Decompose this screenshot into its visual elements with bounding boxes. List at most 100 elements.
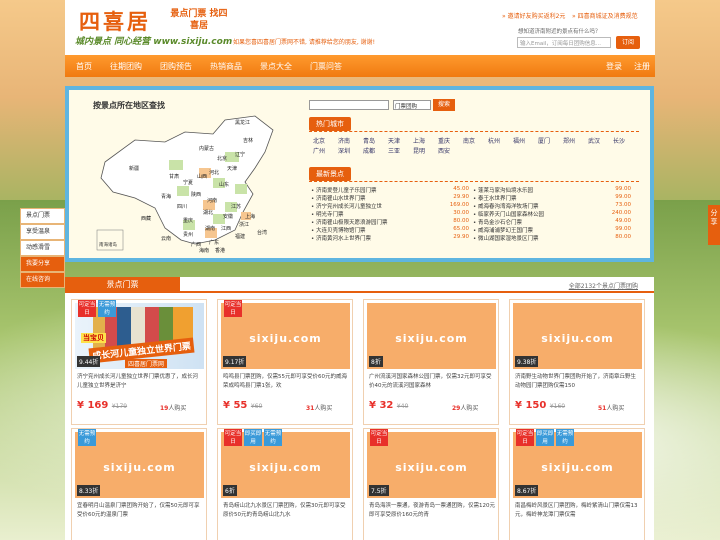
map-province-label[interactable]: 浙江 [239, 221, 249, 228]
deal-description[interactable]: 鸣鸣县门票团购，仅需55元即可享受价60元的威海荣成鸣鸣县门票1张，欢 [223, 373, 349, 393]
map-province-label[interactable]: 北京 [217, 155, 227, 162]
deal-card[interactable]: sixiju.com 7.5折 可定当日 青岛海滨一票通，夜游青岛一票通团购，仅需12… [363, 428, 499, 540]
nav-preview[interactable]: 团购预告 [160, 61, 192, 72]
map-province-label[interactable]: 江苏 [231, 203, 241, 210]
deal-card[interactable]: sixiju.com 9.38折济南野生动物世界门票团购开始了，济南章丘野生动物园… [509, 299, 645, 425]
china-map[interactable]: 黑龙江吉林辽宁 内蒙古北京天津河北山西山东 新疆甘肃宁夏陕西河南江苏 青海西藏 四川湖北… [95, 112, 285, 254]
spot-link[interactable]: • 济南黄河水上世界门票 29.90 [311, 234, 469, 241]
map-province-label[interactable]: 天津 [227, 165, 237, 172]
sidebar-item[interactable]: 我要分享 [20, 256, 65, 272]
deal-description[interactable]: 济南野生动物世界门票团购开始了，济南章丘野生动物园门票团购仅需150 [515, 373, 641, 393]
city-link[interactable]: 上海 [413, 136, 425, 145]
latest-tab[interactable]: 最新景点 [309, 167, 351, 181]
city-link[interactable]: 杭州 [488, 136, 500, 145]
nav-attractions[interactable]: 景点大全 [260, 61, 292, 72]
site-logo[interactable]: 四喜居 [79, 6, 151, 36]
map-province-label[interactable]: 山西 [197, 173, 207, 180]
spot-link[interactable]: • 济南瞿山水世界门票 29.90 [311, 194, 469, 201]
sidebar-item[interactable]: 享受温泉 [20, 224, 65, 240]
register-link[interactable]: 注册 [634, 61, 650, 72]
map-province-label[interactable]: 陕西 [191, 191, 201, 198]
email-subscribe-input[interactable]: 输入Email，订阅每日团购信息... [517, 37, 611, 48]
map-province-label[interactable]: 贵州 [183, 231, 193, 238]
map-province-label[interactable]: 安徽 [223, 213, 233, 220]
map-province-label[interactable]: 海南 [199, 247, 209, 254]
map-province-label[interactable]: 山东 [219, 181, 229, 188]
map-province-label[interactable]: 辽宁 [235, 151, 245, 158]
category-select[interactable]: 门票团购 [393, 100, 431, 110]
spot-link[interactable]: • 泰王水世界门票 99.00 [473, 194, 631, 201]
deal-description[interactable]: 青岛海滨一票通，夜游青岛一票通团购，仅需120元即可享受原价160元的青 [369, 502, 495, 522]
deal-card[interactable]: sixiju.com 9.17折 可定当日 鸣鸣县门票团购，仅需55元即可享受价60元… [217, 299, 353, 425]
city-link[interactable]: 郑州 [563, 136, 575, 145]
map-province-label[interactable]: 广西 [191, 241, 201, 248]
spot-link[interactable]: • 临家养天门山国家森林公园 240.00 [473, 210, 631, 217]
city-link[interactable]: 北京 [313, 136, 325, 145]
map-province-label[interactable]: 四川 [177, 204, 187, 210]
deal-card[interactable]: sixiju.com 8.67折 可定当日 即买即用 无需预约 南昌梅岭风景区门票团购，梅… [509, 428, 645, 540]
city-link[interactable]: 昆明 [413, 146, 425, 155]
city-link[interactable]: 重庆 [438, 136, 450, 145]
map-province-label[interactable]: 吉林 [243, 137, 253, 144]
spot-link[interactable]: • 青岛金沙石仑门票 49.00 [473, 218, 631, 225]
deal-description[interactable]: 南昌梅岭风景区门票团购，梅岭紫清山门票仅需13元，梅岭神龙潭门票仅需 [515, 502, 641, 522]
city-link[interactable]: 深圳 [338, 146, 350, 155]
map-province-label[interactable]: 内蒙古 [199, 145, 214, 152]
city-link[interactable]: 长沙 [613, 136, 625, 145]
city-link[interactable]: 厦门 [538, 136, 550, 145]
map-province-label[interactable]: 江西 [221, 225, 231, 232]
nav-home[interactable]: 首页 [76, 61, 92, 72]
search-button[interactable]: 搜索 [433, 99, 455, 111]
spot-link[interactable]: • 济宁兖州成长河儿童独立世 169.00 [311, 202, 469, 209]
map-province-label[interactable]: 甘肃 [169, 173, 179, 180]
nav-past-deals[interactable]: 往期团购 [110, 61, 142, 72]
map-province-label[interactable]: 香港 [215, 247, 225, 254]
map-province-label[interactable]: 黑龙江 [235, 119, 250, 126]
deal-description[interactable]: 宜春明月山温泉门票团购开始了，仅需50元即可享受价60元的温泉门票 [77, 502, 203, 522]
spot-link[interactable]: • 威海浦浦梦幻王国门票 99.00 [473, 226, 631, 233]
map-province-label[interactable]: 河南 [207, 197, 217, 204]
city-link[interactable]: 武汉 [588, 136, 600, 145]
map-province-label[interactable]: 湖南 [205, 225, 215, 232]
map-province-label[interactable]: 上海 [245, 213, 255, 220]
city-link[interactable]: 广州 [313, 146, 325, 155]
deal-image[interactable]: sixiju.com 8折 [367, 303, 496, 369]
login-link[interactable]: 登录 [606, 61, 622, 72]
map-province-label[interactable]: 福建 [235, 233, 245, 240]
spot-link[interactable]: • 明光寺门票 30.00 [311, 210, 469, 217]
share-tab[interactable]: 分享 [708, 205, 720, 245]
spot-link[interactable]: • 济南瞿山极限天愿浪游园门票 80.00 [311, 218, 469, 225]
subscribe-button[interactable]: 订阅 [616, 36, 640, 49]
invite-link[interactable]: » 邀请好友购买返利2元 [502, 11, 565, 20]
city-link[interactable]: 南京 [463, 136, 475, 145]
nav-qa[interactable]: 门票问答 [310, 61, 342, 72]
city-link[interactable]: 济南 [338, 136, 350, 145]
spot-link[interactable]: • 大连贝壳博物馆门票 65.00 [311, 226, 469, 233]
map-province-label[interactable]: 河北 [209, 169, 219, 176]
section-tab[interactable]: 景点门票 [65, 277, 180, 293]
map-province-label[interactable]: 宁夏 [183, 179, 193, 186]
sidebar-item[interactable]: 景点门票 [20, 208, 65, 224]
map-province-label[interactable]: 湖北 [203, 209, 213, 216]
spot-link[interactable]: • 济南爱登儿童子乐园门票 45.00 [311, 186, 469, 193]
deal-card[interactable]: 当宝贝 成长河儿童独立世界门票 四喜居门票网 9.44折 可定当日 无需预约 济宁兖州成长河… [71, 299, 207, 425]
city-link[interactable]: 西安 [438, 146, 450, 155]
city-link[interactable]: 青岛 [363, 136, 375, 145]
map-province-label[interactable]: 西藏 [141, 215, 151, 222]
deal-card[interactable]: sixiju.com 8折 广州流溪河国家森林公园门票，仅需32元即可享受价40元的… [363, 299, 499, 425]
city-link[interactable]: 天津 [388, 136, 400, 145]
city-link[interactable]: 福州 [513, 136, 525, 145]
nav-hot[interactable]: 热销商品 [210, 61, 242, 72]
city-link[interactable]: 成都 [363, 146, 375, 155]
deal-description[interactable]: 青岛崂山北九水景区门票团购，仅需30元即可享受原价50元的青岛崂山北九水 [223, 502, 349, 522]
sidebar-item[interactable]: 动感滑雪 [20, 240, 65, 256]
deal-card[interactable]: sixiju.com 6折 可定当日 即买即用 无需预约 青岛崂山北九水景区门票团购，仅需… [217, 428, 353, 540]
mall-link[interactable]: » 四喜商城证及消费规范 [572, 11, 638, 20]
city-link[interactable]: 三亚 [388, 146, 400, 155]
spot-link[interactable]: • 蓬莱马家沟仙境水乐园 99.00 [473, 186, 631, 193]
all-deals-link[interactable]: 全部2132个景点门票团购 [569, 281, 638, 290]
spot-link[interactable]: • 微山湖国家湿地景区门票 80.00 [473, 234, 631, 241]
deal-image[interactable]: sixiju.com 9.38折 [513, 303, 642, 369]
map-province-label[interactable]: 台湾 [257, 229, 267, 236]
sidebar-item[interactable]: 在线咨询 [20, 272, 65, 288]
